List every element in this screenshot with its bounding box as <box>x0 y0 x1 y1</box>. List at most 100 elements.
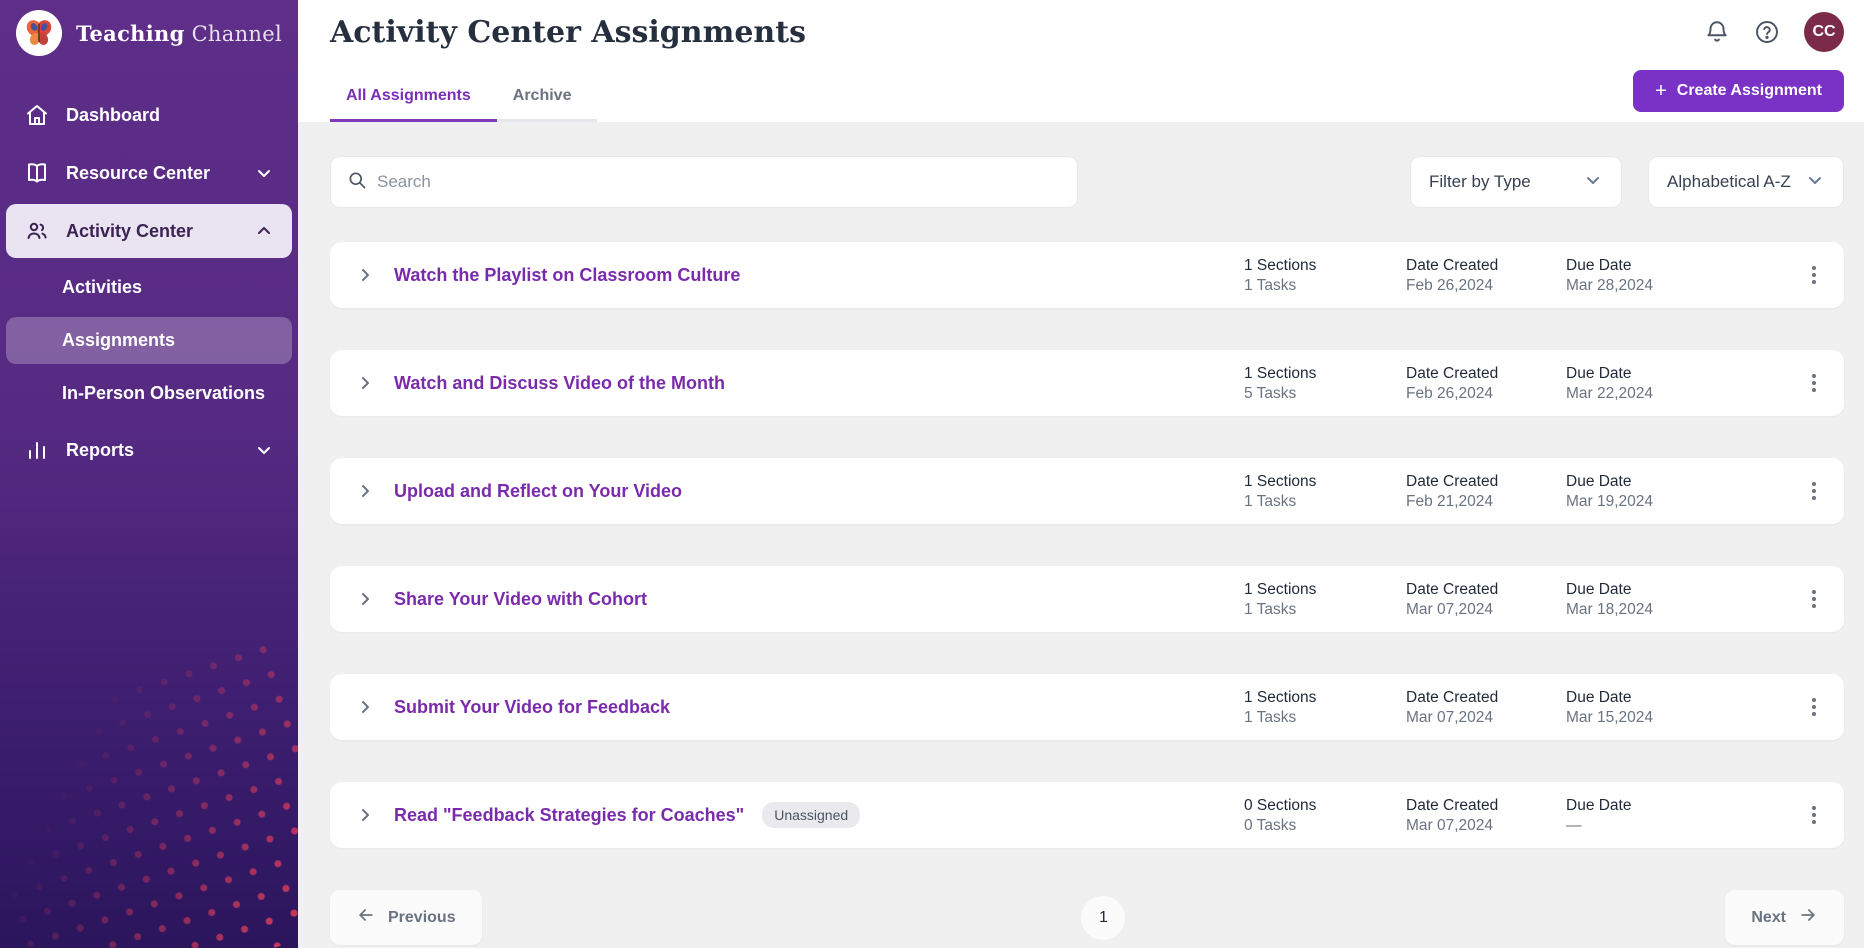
date-created-label: Date Created <box>1406 364 1566 383</box>
search-input[interactable] <box>377 172 1061 192</box>
next-page-button[interactable]: Next <box>1725 890 1844 945</box>
due-date-value: Mar 19,2024 <box>1566 492 1736 511</box>
sidebar-item-reports[interactable]: Reports <box>6 423 292 477</box>
filter-by-type-dropdown[interactable]: Filter by Type <box>1410 156 1622 208</box>
chevron-right-icon[interactable] <box>352 585 380 613</box>
date-created-value: Mar 07,2024 <box>1406 708 1566 727</box>
sidebar-item-assignments[interactable]: Assignments <box>6 317 292 364</box>
bar-chart-icon <box>24 437 50 463</box>
tab-bar: All Assignments Archive <box>330 77 597 122</box>
assignment-title-link[interactable]: Share Your Video with Cohort <box>394 589 647 610</box>
assignment-title-link[interactable]: Watch the Playlist on Classroom Culture <box>394 265 740 286</box>
notifications-bell-icon[interactable] <box>1704 19 1730 45</box>
row-kebab-menu-icon[interactable] <box>1802 689 1826 725</box>
sidebar-item-dashboard[interactable]: Dashboard <box>6 88 292 142</box>
sidebar-dot-pattern <box>0 633 298 948</box>
sections-tasks-column: 1 Sections 1 Tasks <box>1244 256 1406 295</box>
sidebar-item-label: Activity Center <box>66 221 193 242</box>
sections-count: 1 Sections <box>1244 472 1406 491</box>
assignment-title-link[interactable]: Upload and Reflect on Your Video <box>394 481 682 502</box>
sections-count: 1 Sections <box>1244 256 1406 275</box>
chevron-right-icon[interactable] <box>352 261 380 289</box>
sidebar-item-activities[interactable]: Activities <box>6 264 292 311</box>
page-title-sub: Assignments <box>591 15 806 50</box>
date-created-value: Feb 26,2024 <box>1406 276 1566 295</box>
create-assignment-button[interactable]: + Create Assignment <box>1633 70 1844 112</box>
filter-dropdown-value: Filter by Type <box>1429 172 1531 192</box>
date-created-column: Date Created Mar 07,2024 <box>1406 688 1566 727</box>
user-avatar[interactable]: CC <box>1804 12 1844 52</box>
assignment-row: Upload and Reflect on Your Video 1 Secti… <box>330 458 1844 524</box>
sections-tasks-column: 1 Sections 1 Tasks <box>1244 472 1406 511</box>
due-date-column: Due Date Mar 28,2024 <box>1566 256 1736 295</box>
date-created-column: Date Created Mar 07,2024 <box>1406 796 1566 835</box>
assignment-list: Watch the Playlist on Classroom Culture … <box>330 242 1852 848</box>
tasks-count: 1 Tasks <box>1244 492 1406 511</box>
date-created-column: Date Created Feb 26,2024 <box>1406 256 1566 295</box>
assignment-title-link[interactable]: Submit Your Video for Feedback <box>394 697 670 718</box>
toolbar: Filter by Type Alphabetical A-Z <box>330 156 1852 208</box>
status-badge: Unassigned <box>762 802 860 828</box>
brand-name: Teaching Channel <box>76 21 282 46</box>
date-created-value: Feb 26,2024 <box>1406 384 1566 403</box>
sidebar-item-resource-center[interactable]: Resource Center <box>6 146 292 200</box>
chevron-right-icon[interactable] <box>352 693 380 721</box>
sections-count: 1 Sections <box>1244 364 1406 383</box>
date-created-value: Mar 07,2024 <box>1406 600 1566 619</box>
sort-dropdown-value: Alphabetical A-Z <box>1667 172 1791 192</box>
sidebar-item-label: Dashboard <box>66 105 160 126</box>
due-date-value: — <box>1566 816 1736 835</box>
page-number[interactable]: 1 <box>1081 896 1125 940</box>
chevron-down-icon <box>254 440 274 460</box>
due-date-column: Due Date Mar 18,2024 <box>1566 580 1736 619</box>
assignment-title-link[interactable]: Watch and Discuss Video of the Month <box>394 373 725 394</box>
due-date-label: Due Date <box>1566 364 1736 383</box>
home-icon <box>24 102 50 128</box>
previous-page-button[interactable]: Previous <box>330 890 482 945</box>
assignment-meta: 1 Sections 1 Tasks Date Created Mar 07,2… <box>1244 688 1826 727</box>
sections-count: 1 Sections <box>1244 580 1406 599</box>
sidebar-item-label: Activities <box>62 277 142 297</box>
row-kebab-menu-icon[interactable] <box>1802 473 1826 509</box>
row-kebab-menu-icon[interactable] <box>1802 257 1826 293</box>
sections-tasks-column: 1 Sections 1 Tasks <box>1244 580 1406 619</box>
sidebar-item-label: In-Person Observations <box>62 383 265 403</box>
row-kebab-menu-icon[interactable] <box>1802 365 1826 401</box>
chevron-up-icon <box>254 221 274 241</box>
assignment-meta: 0 Sections 0 Tasks Date Created Mar 07,2… <box>1244 796 1826 835</box>
due-date-column: Due Date Mar 19,2024 <box>1566 472 1736 511</box>
assignment-meta: 1 Sections 1 Tasks Date Created Feb 26,2… <box>1244 256 1826 295</box>
tab-archive[interactable]: Archive <box>497 77 598 122</box>
assignment-title-link[interactable]: Read "Feedback Strategies for Coaches" <box>394 805 744 826</box>
row-kebab-menu-icon[interactable] <box>1802 581 1826 617</box>
sidebar-item-activity-center[interactable]: Activity Center <box>6 204 292 258</box>
due-date-value: Mar 15,2024 <box>1566 708 1736 727</box>
due-date-label: Due Date <box>1566 256 1736 275</box>
sections-tasks-column: 1 Sections 1 Tasks <box>1244 688 1406 727</box>
sections-count: 0 Sections <box>1244 796 1406 815</box>
tab-all-assignments[interactable]: All Assignments <box>330 77 497 122</box>
due-date-label: Due Date <box>1566 580 1736 599</box>
main-area: Activity Center Assignments CC All Assig… <box>298 0 1864 948</box>
arrow-right-icon <box>1798 905 1818 930</box>
plus-icon: + <box>1655 83 1667 99</box>
sort-dropdown[interactable]: Alphabetical A-Z <box>1648 156 1844 208</box>
date-created-value: Feb 21,2024 <box>1406 492 1566 511</box>
chevron-right-icon[interactable] <box>352 801 380 829</box>
date-created-value: Mar 07,2024 <box>1406 816 1566 835</box>
sections-tasks-column: 0 Sections 0 Tasks <box>1244 796 1406 835</box>
assignment-row: Submit Your Video for Feedback 1 Section… <box>330 674 1844 740</box>
topbar: Activity Center Assignments CC All Assig… <box>298 0 1864 122</box>
date-created-column: Date Created Mar 07,2024 <box>1406 580 1566 619</box>
due-date-column: Due Date Mar 22,2024 <box>1566 364 1736 403</box>
brand[interactable]: Teaching Channel <box>0 0 298 70</box>
chevron-right-icon[interactable] <box>352 477 380 505</box>
page-title: Activity Center Assignments <box>330 15 806 50</box>
content: Filter by Type Alphabetical A-Z Watch th… <box>298 122 1864 948</box>
sidebar-item-in-person-observations[interactable]: In-Person Observations <box>6 370 292 417</box>
assignment-row: Share Your Video with Cohort 1 Sections … <box>330 566 1844 632</box>
sidebar-nav: Dashboard Resource Center Activity Cente… <box>0 70 298 477</box>
row-kebab-menu-icon[interactable] <box>1802 797 1826 833</box>
help-icon[interactable] <box>1754 19 1780 45</box>
chevron-right-icon[interactable] <box>352 369 380 397</box>
